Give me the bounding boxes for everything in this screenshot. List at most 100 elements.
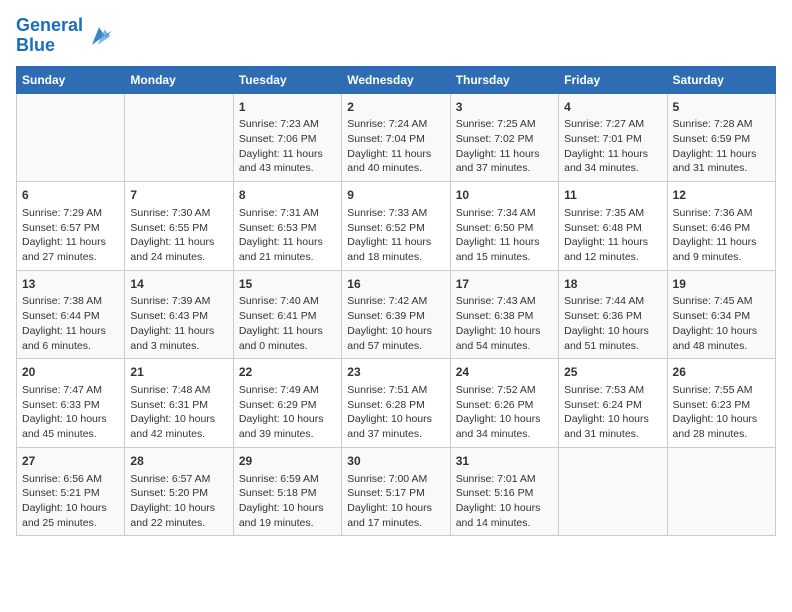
day-number: 15	[239, 276, 336, 293]
header-col-friday: Friday	[559, 66, 667, 93]
day-number: 23	[347, 364, 444, 381]
day-info: Sunrise: 6:56 AMSunset: 5:21 PMDaylight:…	[22, 472, 119, 531]
day-number: 31	[456, 453, 553, 470]
calendar-cell: 3Sunrise: 7:25 AMSunset: 7:02 PMDaylight…	[450, 93, 558, 182]
day-info: Sunrise: 7:33 AMSunset: 6:52 PMDaylight:…	[347, 206, 444, 265]
calendar-cell: 6 Sunrise: 7:29 AMSunset: 6:57 PMDaylight…	[17, 182, 125, 271]
calendar-cell: 23 Sunrise: 7:51 AMSunset: 6:28 PMDayligh…	[342, 359, 450, 448]
day-number: 4	[564, 99, 661, 116]
calendar-week-3: 13Sunrise: 7:38 AMSunset: 6:44 PMDayligh…	[17, 270, 776, 359]
calendar-cell: 24 Sunrise: 7:52 AMSunset: 6:26 PMDayligh…	[450, 359, 558, 448]
day-number: 8	[239, 187, 336, 204]
day-info: Sunrise: 7:40 AMSunset: 6:41 PMDaylight:…	[239, 294, 336, 353]
calendar-cell: 29Sunrise: 6:59 AMSunset: 5:18 PMDayligh…	[233, 447, 341, 536]
day-number: 22	[239, 364, 336, 381]
day-number: 24	[456, 364, 553, 381]
day-info: Sunrise: 7:28 AMSunset: 6:59 PMDaylight:…	[673, 117, 770, 176]
day-number: 30	[347, 453, 444, 470]
calendar-header: SundayMondayTuesdayWednesdayThursdayFrid…	[17, 66, 776, 93]
calendar-cell: 8 Sunrise: 7:31 AMSunset: 6:53 PMDaylight…	[233, 182, 341, 271]
day-number: 11	[564, 187, 661, 204]
day-info: Sunrise: 7:38 AMSunset: 6:44 PMDaylight:…	[22, 294, 119, 353]
day-number: 29	[239, 453, 336, 470]
calendar-cell	[125, 93, 233, 182]
calendar-cell: 30 Sunrise: 7:00 AMSunset: 5:17 PMDayligh…	[342, 447, 450, 536]
calendar-cell: 9 Sunrise: 7:33 AMSunset: 6:52 PMDaylight…	[342, 182, 450, 271]
calendar-week-4: 20Sunrise: 7:47 AMSunset: 6:33 PMDayligh…	[17, 359, 776, 448]
day-info: Sunrise: 7:42 AMSunset: 6:39 PMDaylight:…	[347, 294, 444, 353]
calendar-cell	[559, 447, 667, 536]
calendar-cell: 12 Sunrise: 7:36 AMSunset: 6:46 PMDayligh…	[667, 182, 775, 271]
day-info: Sunrise: 7:44 AMSunset: 6:36 PMDaylight:…	[564, 294, 661, 353]
day-info: Sunrise: 6:57 AMSunset: 5:20 PMDaylight:…	[130, 472, 227, 531]
header-col-sunday: Sunday	[17, 66, 125, 93]
day-info: Sunrise: 7:47 AMSunset: 6:33 PMDaylight:…	[22, 383, 119, 442]
day-info: Sunrise: 7:35 AMSunset: 6:48 PMDaylight:…	[564, 206, 661, 265]
calendar-week-2: 6 Sunrise: 7:29 AMSunset: 6:57 PMDaylight…	[17, 182, 776, 271]
calendar-body: 1Sunrise: 7:23 AMSunset: 7:06 PMDaylight…	[17, 93, 776, 536]
day-number: 12	[673, 187, 770, 204]
calendar-cell: 17Sunrise: 7:43 AMSunset: 6:38 PMDayligh…	[450, 270, 558, 359]
day-info: Sunrise: 7:52 AMSunset: 6:26 PMDaylight:…	[456, 383, 553, 442]
day-number: 13	[22, 276, 119, 293]
day-info: Sunrise: 7:27 AMSunset: 7:01 PMDaylight:…	[564, 117, 661, 176]
header-col-tuesday: Tuesday	[233, 66, 341, 93]
calendar-table: SundayMondayTuesdayWednesdayThursdayFrid…	[16, 66, 776, 537]
calendar-cell: 16Sunrise: 7:42 AMSunset: 6:39 PMDayligh…	[342, 270, 450, 359]
calendar-cell: 21Sunrise: 7:48 AMSunset: 6:31 PMDayligh…	[125, 359, 233, 448]
logo-text: GeneralBlue	[16, 16, 83, 56]
day-number: 3	[456, 99, 553, 116]
calendar-cell: 22 Sunrise: 7:49 AMSunset: 6:29 PMDayligh…	[233, 359, 341, 448]
day-info: Sunrise: 7:36 AMSunset: 6:46 PMDaylight:…	[673, 206, 770, 265]
day-number: 19	[673, 276, 770, 293]
day-number: 1	[239, 99, 336, 116]
calendar-cell: 11 Sunrise: 7:35 AMSunset: 6:48 PMDayligh…	[559, 182, 667, 271]
day-number: 28	[130, 453, 227, 470]
day-info: Sunrise: 7:43 AMSunset: 6:38 PMDaylight:…	[456, 294, 553, 353]
calendar-cell: 19Sunrise: 7:45 AMSunset: 6:34 PMDayligh…	[667, 270, 775, 359]
calendar-cell: 15Sunrise: 7:40 AMSunset: 6:41 PMDayligh…	[233, 270, 341, 359]
day-info: Sunrise: 7:00 AMSunset: 5:17 PMDaylight:…	[347, 472, 444, 531]
header-col-monday: Monday	[125, 66, 233, 93]
day-number: 17	[456, 276, 553, 293]
calendar-cell	[667, 447, 775, 536]
day-info: Sunrise: 7:31 AMSunset: 6:53 PMDaylight:…	[239, 206, 336, 265]
calendar-cell: 7Sunrise: 7:30 AMSunset: 6:55 PMDaylight…	[125, 182, 233, 271]
calendar-cell: 27 Sunrise: 6:56 AMSunset: 5:21 PMDayligh…	[17, 447, 125, 536]
day-info: Sunrise: 7:45 AMSunset: 6:34 PMDaylight:…	[673, 294, 770, 353]
calendar-week-5: 27 Sunrise: 6:56 AMSunset: 5:21 PMDayligh…	[17, 447, 776, 536]
calendar-cell: 26Sunrise: 7:55 AMSunset: 6:23 PMDayligh…	[667, 359, 775, 448]
day-info: Sunrise: 7:49 AMSunset: 6:29 PMDaylight:…	[239, 383, 336, 442]
day-info: Sunrise: 7:53 AMSunset: 6:24 PMDaylight:…	[564, 383, 661, 442]
day-info: Sunrise: 7:34 AMSunset: 6:50 PMDaylight:…	[456, 206, 553, 265]
day-number: 25	[564, 364, 661, 381]
day-number: 2	[347, 99, 444, 116]
calendar-cell: 13Sunrise: 7:38 AMSunset: 6:44 PMDayligh…	[17, 270, 125, 359]
calendar-week-1: 1Sunrise: 7:23 AMSunset: 7:06 PMDaylight…	[17, 93, 776, 182]
day-info: Sunrise: 7:51 AMSunset: 6:28 PMDaylight:…	[347, 383, 444, 442]
calendar-cell: 2Sunrise: 7:24 AMSunset: 7:04 PMDaylight…	[342, 93, 450, 182]
day-number: 26	[673, 364, 770, 381]
day-info: Sunrise: 7:29 AMSunset: 6:57 PMDaylight:…	[22, 206, 119, 265]
day-number: 27	[22, 453, 119, 470]
day-number: 21	[130, 364, 227, 381]
day-number: 14	[130, 276, 227, 293]
day-number: 16	[347, 276, 444, 293]
logo: GeneralBlue	[16, 16, 113, 56]
day-info: Sunrise: 7:23 AMSunset: 7:06 PMDaylight:…	[239, 117, 336, 176]
calendar-cell: 31 Sunrise: 7:01 AMSunset: 5:16 PMDayligh…	[450, 447, 558, 536]
calendar-cell: 20Sunrise: 7:47 AMSunset: 6:33 PMDayligh…	[17, 359, 125, 448]
calendar-cell	[17, 93, 125, 182]
day-number: 9	[347, 187, 444, 204]
day-number: 6	[22, 187, 119, 204]
calendar-cell: 14Sunrise: 7:39 AMSunset: 6:43 PMDayligh…	[125, 270, 233, 359]
logo-icon	[85, 22, 113, 50]
day-info: Sunrise: 7:01 AMSunset: 5:16 PMDaylight:…	[456, 472, 553, 531]
day-number: 10	[456, 187, 553, 204]
calendar-cell: 25 Sunrise: 7:53 AMSunset: 6:24 PMDayligh…	[559, 359, 667, 448]
day-number: 7	[130, 187, 227, 204]
header-col-thursday: Thursday	[450, 66, 558, 93]
page-header: GeneralBlue	[16, 16, 776, 56]
header-col-wednesday: Wednesday	[342, 66, 450, 93]
header-col-saturday: Saturday	[667, 66, 775, 93]
